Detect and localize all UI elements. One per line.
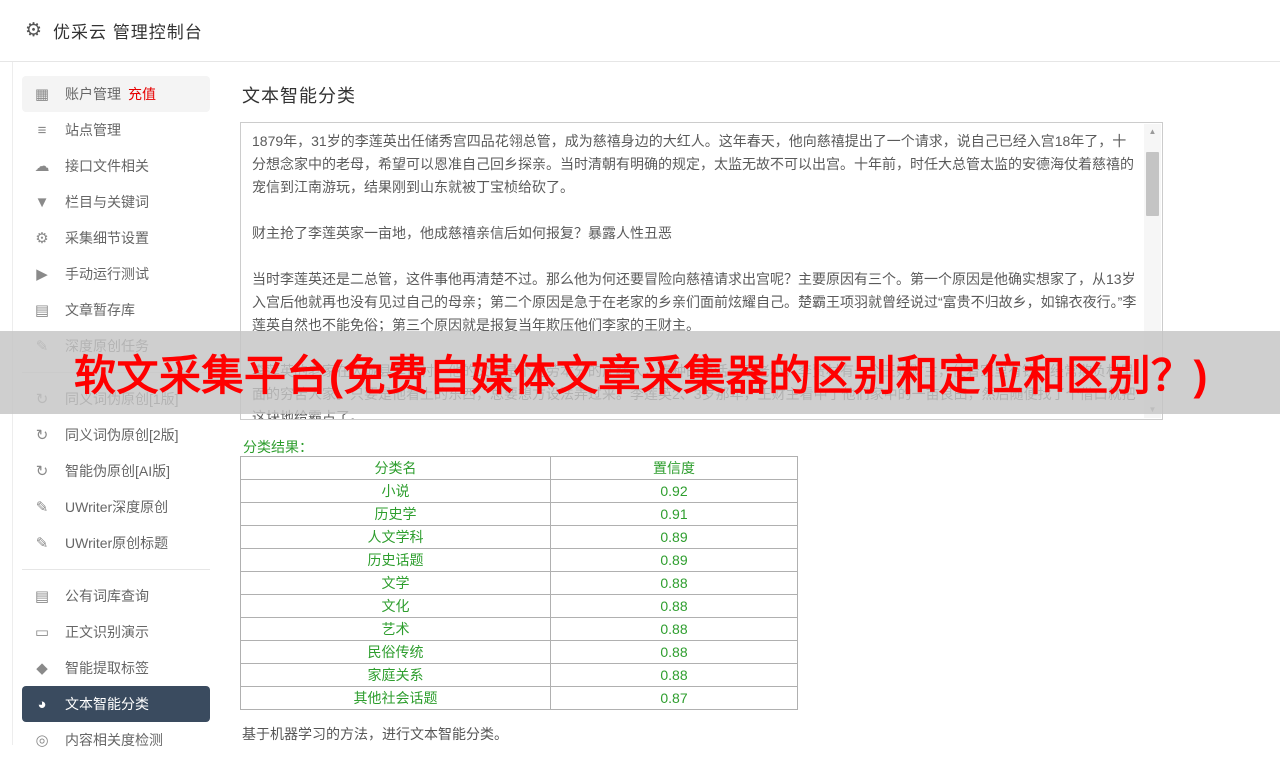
sidebar-item-uwriter-title[interactable]: ✎ UWriter原创标题 [22, 525, 210, 561]
table-header-row: 分类名 置信度 [241, 457, 798, 480]
sidebar-item-uwriter-deep[interactable]: ✎ UWriter深度原创 [22, 489, 210, 525]
sidebar-item-public-dict[interactable]: ▤ 公有词库查询 [22, 578, 210, 614]
sidebar-item-label: 内容相关度检测 [65, 730, 163, 750]
sidebar-item-content-recognition[interactable]: ▭ 正文识别演示 [22, 614, 210, 650]
category-cell: 民俗传统 [241, 641, 551, 664]
sidebar-item-label: 智能伪原创[AI版] [65, 461, 170, 481]
table-row: 历史话题0.89 [241, 549, 798, 572]
sidebar-item-collect-settings[interactable]: ⚙ 采集细节设置 [22, 220, 210, 256]
database-icon: ▤ [33, 301, 51, 319]
page-title: 文本智能分类 [242, 82, 356, 108]
footer-note: 基于机器学习的方法，进行文本智能分类。 [242, 724, 508, 744]
input-paragraph: 1879年，31岁的李莲英出任储秀宫四品花翎总管，成为慈禧身边的大红人。这年春天… [252, 130, 1138, 199]
sidebar-item-article-store[interactable]: ▤ 文章暂存库 [22, 292, 210, 328]
refresh-icon: ↻ [33, 426, 51, 444]
app-title: 优采云 管理控制台 [53, 18, 203, 43]
table-row: 文化0.88 [241, 595, 798, 618]
edit-icon: ✎ [33, 534, 51, 552]
category-cell: 历史话题 [241, 549, 551, 572]
sidebar-item-label: 账户管理 [65, 84, 121, 104]
sidebar-item-manual-test[interactable]: ▶ 手动运行测试 [22, 256, 210, 292]
input-paragraph: 当时李莲英还是二总管，这件事他再清楚不过。那么他为何还要冒险向慈禧请求出宫呢？主… [252, 268, 1138, 337]
table-row: 民俗传统0.88 [241, 641, 798, 664]
col-header-confidence: 置信度 [551, 457, 798, 480]
sidebar-menu: ▦ 账户管理充值 ≡ 站点管理 ☁ 接口文件相关 ▼ 栏目与关键词 ⚙ 采集细节设置 ▶ 手动运行测试… [22, 76, 210, 758]
table-row: 历史学0.91 [241, 503, 798, 526]
table-row: 小说0.92 [241, 480, 798, 503]
confidence-cell: 0.88 [551, 618, 798, 641]
edit-icon: ✎ [33, 498, 51, 516]
sidebar-item-label: UWriter原创标题 [65, 533, 168, 553]
confidence-cell: 0.88 [551, 572, 798, 595]
watermark-text: 软文采集平台(免费自媒体文章采集器的区别和定位和区别？) [74, 342, 1208, 403]
category-cell: 文学 [241, 572, 551, 595]
sidebar-item-interface-files[interactable]: ☁ 接口文件相关 [22, 148, 210, 184]
sidebar-item-columns-keywords[interactable]: ▼ 栏目与关键词 [22, 184, 210, 220]
category-cell: 家庭关系 [241, 664, 551, 687]
recharge-badge[interactable]: 充值 [128, 84, 156, 104]
watermark-overlay: 软文采集平台(免费自媒体文章采集器的区别和定位和区别？) [0, 331, 1280, 414]
sidebar-item-tag-extract[interactable]: ◆ 智能提取标签 [22, 650, 210, 686]
sidebar-divider [22, 569, 210, 570]
scrollbar-thumb[interactable] [1146, 152, 1159, 216]
table-row: 文学0.88 [241, 572, 798, 595]
category-cell: 人文学科 [241, 526, 551, 549]
confidence-cell: 0.89 [551, 549, 798, 572]
detect-icon: ◎ [33, 731, 51, 749]
sidebar-item-label: 文章暂存库 [65, 300, 135, 320]
col-header-category: 分类名 [241, 457, 551, 480]
app-header: ⚙ 优采云 管理控制台 [0, 0, 1280, 62]
confidence-cell: 0.91 [551, 503, 798, 526]
category-cell: 其他社会话题 [241, 687, 551, 710]
pie-chart-icon: ◕ [33, 696, 51, 713]
play-icon: ▶ [33, 265, 51, 283]
confidence-cell: 0.88 [551, 664, 798, 687]
bar-chart-icon: ▦ [33, 85, 51, 103]
sidebar-item-label: 文本智能分类 [65, 694, 149, 714]
table-row: 艺术0.88 [241, 618, 798, 641]
confidence-cell: 0.89 [551, 526, 798, 549]
sidebar-item-label: 站点管理 [65, 120, 121, 140]
sidebar-item-relevance-detect[interactable]: ◎ 内容相关度检测 [22, 722, 210, 758]
sidebar-item-site[interactable]: ≡ 站点管理 [22, 112, 210, 148]
filter-icon: ▼ [33, 194, 51, 211]
result-table: 分类名 置信度 小说0.92历史学0.91人文学科0.89历史话题0.89文学0… [240, 456, 798, 710]
scroll-up-icon[interactable]: ▲ [1144, 124, 1161, 140]
gears-icon: ⚙ [33, 229, 51, 247]
sidebar-item-label: 同义词伪原创[2版] [65, 425, 179, 445]
result-label: 分类结果： [243, 437, 313, 457]
input-paragraph: 财主抢了李莲英家一亩地，他成慈禧亲信后如何报复？暴露人性丑恶 [252, 222, 1138, 245]
sidebar-item-account[interactable]: ▦ 账户管理充值 [22, 76, 210, 112]
sidebar-item-synonym-original-2[interactable]: ↻ 同义词伪原创[2版] [22, 417, 210, 453]
server-icon: ≡ [33, 122, 51, 139]
category-cell: 小说 [241, 480, 551, 503]
confidence-cell: 0.88 [551, 641, 798, 664]
confidence-cell: 0.87 [551, 687, 798, 710]
table-row: 其他社会话题0.87 [241, 687, 798, 710]
sidebar-item-ai-original[interactable]: ↻ 智能伪原创[AI版] [22, 453, 210, 489]
result-table-body: 小说0.92历史学0.91人文学科0.89历史话题0.89文学0.88文化0.8… [241, 480, 798, 710]
monitor-icon: ▭ [33, 623, 51, 641]
category-cell: 文化 [241, 595, 551, 618]
tag-icon: ◆ [33, 659, 51, 677]
table-row: 人文学科0.89 [241, 526, 798, 549]
category-cell: 艺术 [241, 618, 551, 641]
sidebar-item-label: 正文识别演示 [65, 622, 149, 642]
confidence-cell: 0.88 [551, 595, 798, 618]
sidebar-item-label: 栏目与关键词 [65, 192, 149, 212]
table-row: 家庭关系0.88 [241, 664, 798, 687]
confidence-cell: 0.92 [551, 480, 798, 503]
gear-icon: ⚙ [25, 21, 42, 40]
sidebar-item-text-classify[interactable]: ◕ 文本智能分类 [22, 686, 210, 722]
category-cell: 历史学 [241, 503, 551, 526]
sidebar-item-label: 采集细节设置 [65, 228, 149, 248]
sidebar-item-label: 智能提取标签 [65, 658, 149, 678]
cloud-upload-icon: ☁ [33, 157, 51, 175]
sidebar-item-label: UWriter深度原创 [65, 497, 168, 517]
sidebar-item-label: 接口文件相关 [65, 156, 149, 176]
sidebar-item-label: 手动运行测试 [65, 264, 149, 284]
sidebar-item-label: 公有词库查询 [65, 586, 149, 606]
refresh-icon: ↻ [33, 462, 51, 480]
book-icon: ▤ [33, 587, 51, 605]
